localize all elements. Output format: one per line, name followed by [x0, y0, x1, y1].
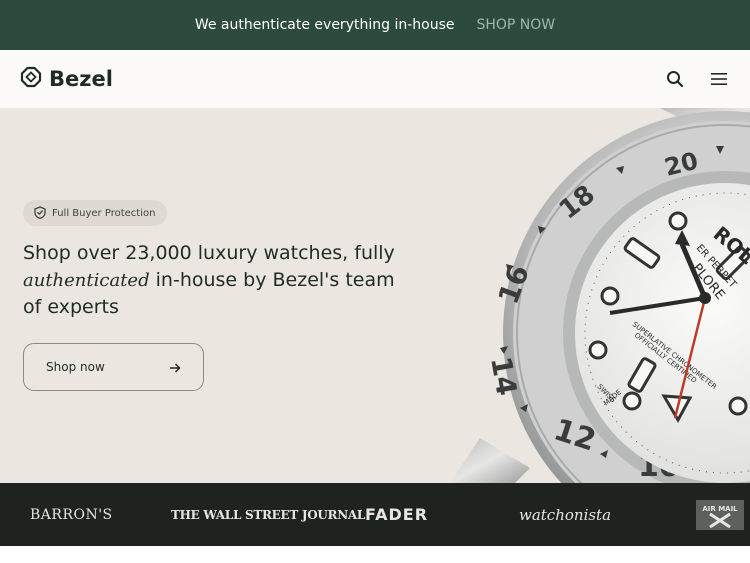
hero-headline: Shop over 23,000 luxury watches, fully a… [23, 240, 403, 321]
headline-before: Shop over [23, 242, 126, 264]
bezel-logo-icon [20, 66, 42, 92]
bezel-number-14: 14 [484, 354, 523, 398]
shop-now-link[interactable]: SHOP NOW [476, 17, 555, 33]
header-actions [664, 68, 730, 90]
page-bottom [0, 546, 750, 563]
brand-logo[interactable]: Bezel [20, 66, 113, 92]
menu-icon[interactable] [708, 68, 730, 90]
site-header: Bezel [0, 50, 750, 108]
headline-middle: luxury watches, fully [191, 242, 395, 264]
headline-emphasis: authenticated [23, 270, 150, 291]
airmail-logo: AIR MAIL [696, 483, 744, 546]
hero-section: Full Buyer Protection Shop over 23,000 l… [0, 108, 750, 483]
barrons-logo: BARRON'S [30, 506, 113, 523]
wsj-logo: THE WALL STREET JOURNAL [171, 507, 366, 522]
arrow-right-icon [169, 358, 181, 377]
promo-bar: We authenticate everything in-house SHOP… [0, 0, 750, 50]
buyer-protection-badge: Full Buyer Protection [23, 200, 168, 226]
headline-count: 23,000 [125, 242, 192, 264]
watchonista-logo: watchonista [519, 505, 612, 524]
promo-message: We authenticate everything in-house [194, 17, 455, 33]
search-icon[interactable] [664, 68, 686, 90]
shield-check-icon [34, 204, 46, 223]
svg-text:AIR MAIL: AIR MAIL [702, 505, 738, 513]
shop-now-button-label: Shop now [46, 360, 105, 374]
fader-logo: FADER [365, 505, 429, 524]
badge-label: Full Buyer Protection [52, 207, 156, 219]
watch-image: 20 18 16 14 12 10 [450, 108, 750, 483]
brand-name: Bezel [49, 67, 113, 91]
shop-now-button[interactable]: Shop now [23, 343, 204, 391]
press-logos-bar: BARRON'S THE WALL STREET JOURNAL FADER w… [0, 483, 750, 546]
